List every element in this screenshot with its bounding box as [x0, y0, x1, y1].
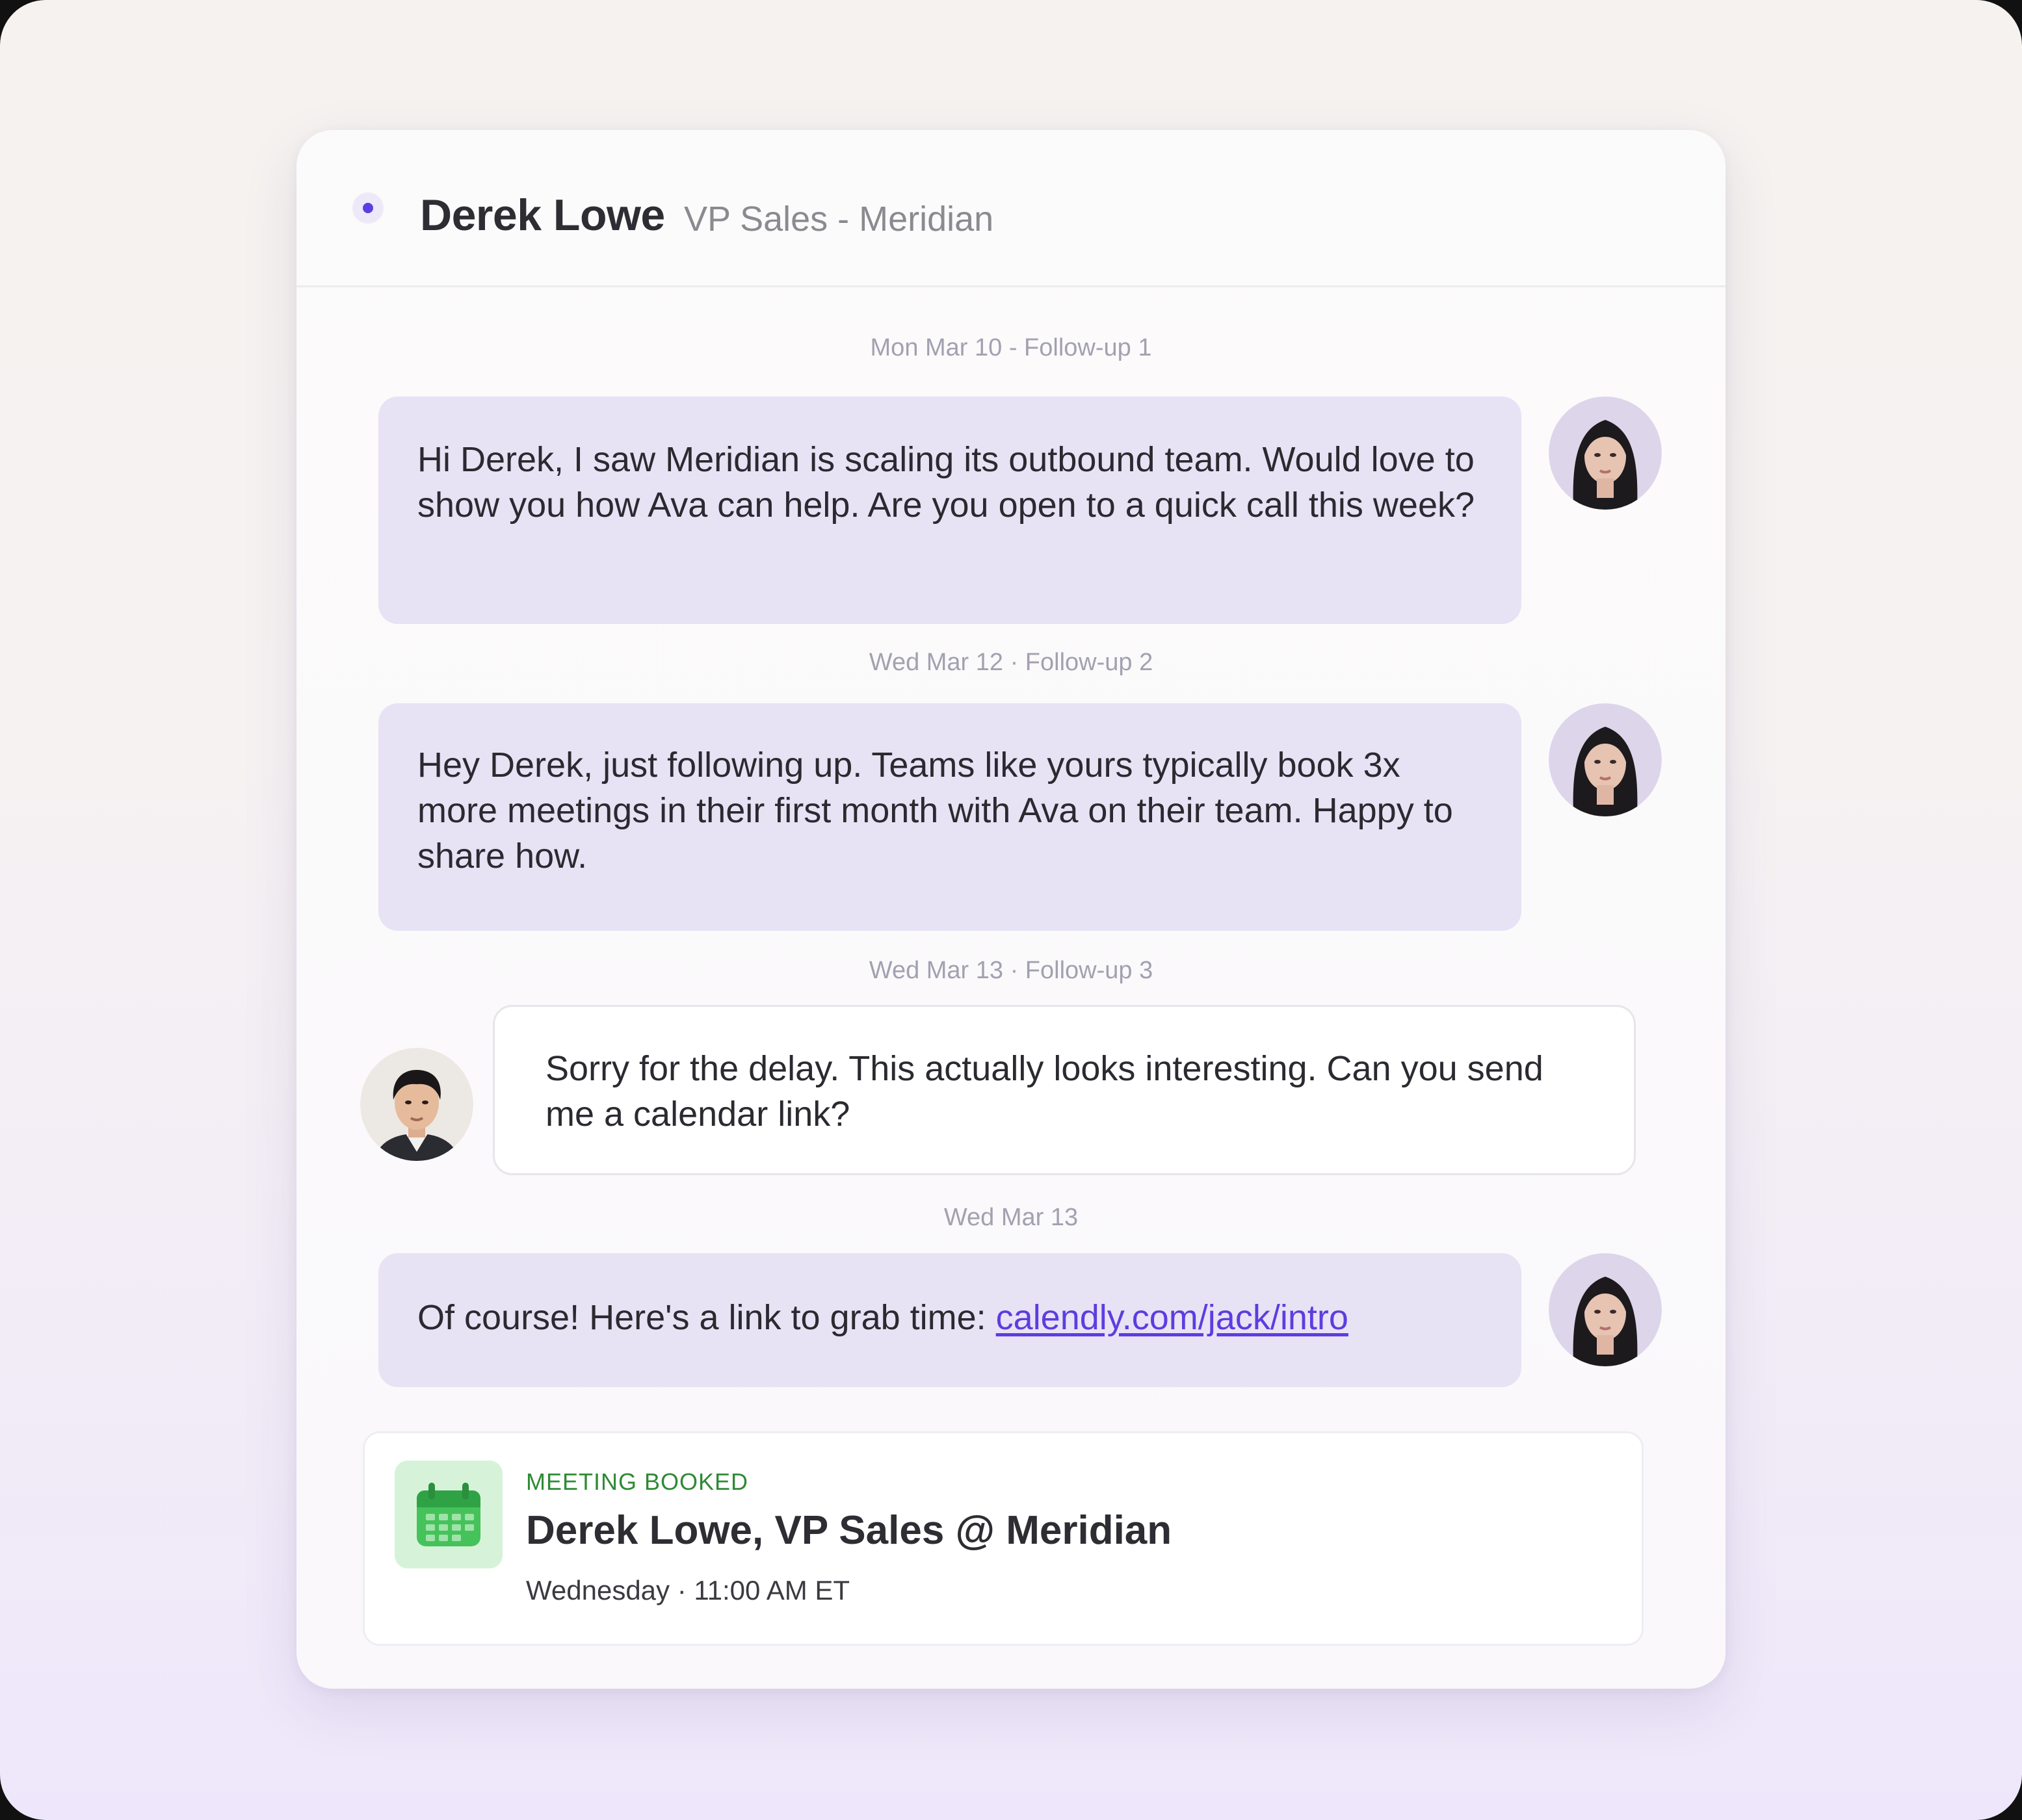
man-avatar-icon	[360, 1048, 473, 1161]
message-text: Sorry for the delay. This actually looks…	[545, 1049, 1543, 1134]
meeting-status-label: MEETING BOOKED	[526, 1468, 749, 1495]
sender-avatar	[1549, 703, 1662, 816]
conversation-card: Derek Lowe VP Sales - Meridian Mon Mar 1…	[296, 130, 1726, 1689]
contact-role: VP Sales - Meridian	[684, 200, 994, 239]
contact-avatar	[360, 1048, 473, 1161]
meeting-booked-card[interactable]: MEETING BOOKED Derek Lowe, VP Sales @ Me…	[363, 1431, 1644, 1646]
sender-avatar	[1549, 396, 1662, 510]
page-background: Derek Lowe VP Sales - Meridian Mon Mar 1…	[0, 0, 2022, 1820]
meeting-time: Wednesday · 11:00 AM ET	[526, 1575, 850, 1606]
woman-avatar-icon	[1549, 396, 1662, 510]
incoming-message-bubble: Sorry for the delay. This actually looks…	[493, 1005, 1636, 1175]
message-text: Of course! Here's a link to grab time:	[417, 1298, 996, 1337]
conversation-header: Derek Lowe VP Sales - Meridian	[296, 130, 1726, 287]
sender-avatar	[1549, 1253, 1662, 1366]
outgoing-message-bubble: Hey Derek, just following up. Teams like…	[378, 703, 1521, 931]
message-date-label: Wed Mar 12 · Follow-up 2	[869, 649, 1153, 676]
calendar-icon	[395, 1461, 503, 1568]
outgoing-message-bubble: Hi Derek, I saw Meridian is scaling its …	[378, 396, 1521, 624]
online-status-indicator	[352, 192, 384, 224]
message-date-label: Mon Mar 10 - Follow-up 1	[870, 334, 1152, 361]
message-date-label: Wed Mar 13	[943, 1204, 1079, 1231]
contact-name[interactable]: Derek Lowe	[420, 190, 665, 240]
woman-avatar-icon	[1549, 1253, 1662, 1366]
status-dot-icon	[363, 203, 373, 213]
calendar-link[interactable]: calendly.com/jack/intro	[996, 1298, 1348, 1337]
outgoing-message-bubble: Of course! Here's a link to grab time: c…	[378, 1253, 1521, 1387]
message-date-label: Wed Mar 13 · Follow-up 3	[869, 957, 1153, 984]
meeting-title: Derek Lowe, VP Sales @ Meridian	[526, 1508, 1172, 1553]
message-text: Hey Derek, just following up. Teams like…	[417, 746, 1453, 876]
woman-avatar-icon	[1549, 703, 1662, 816]
message-text: Hi Derek, I saw Meridian is scaling its …	[417, 440, 1475, 525]
